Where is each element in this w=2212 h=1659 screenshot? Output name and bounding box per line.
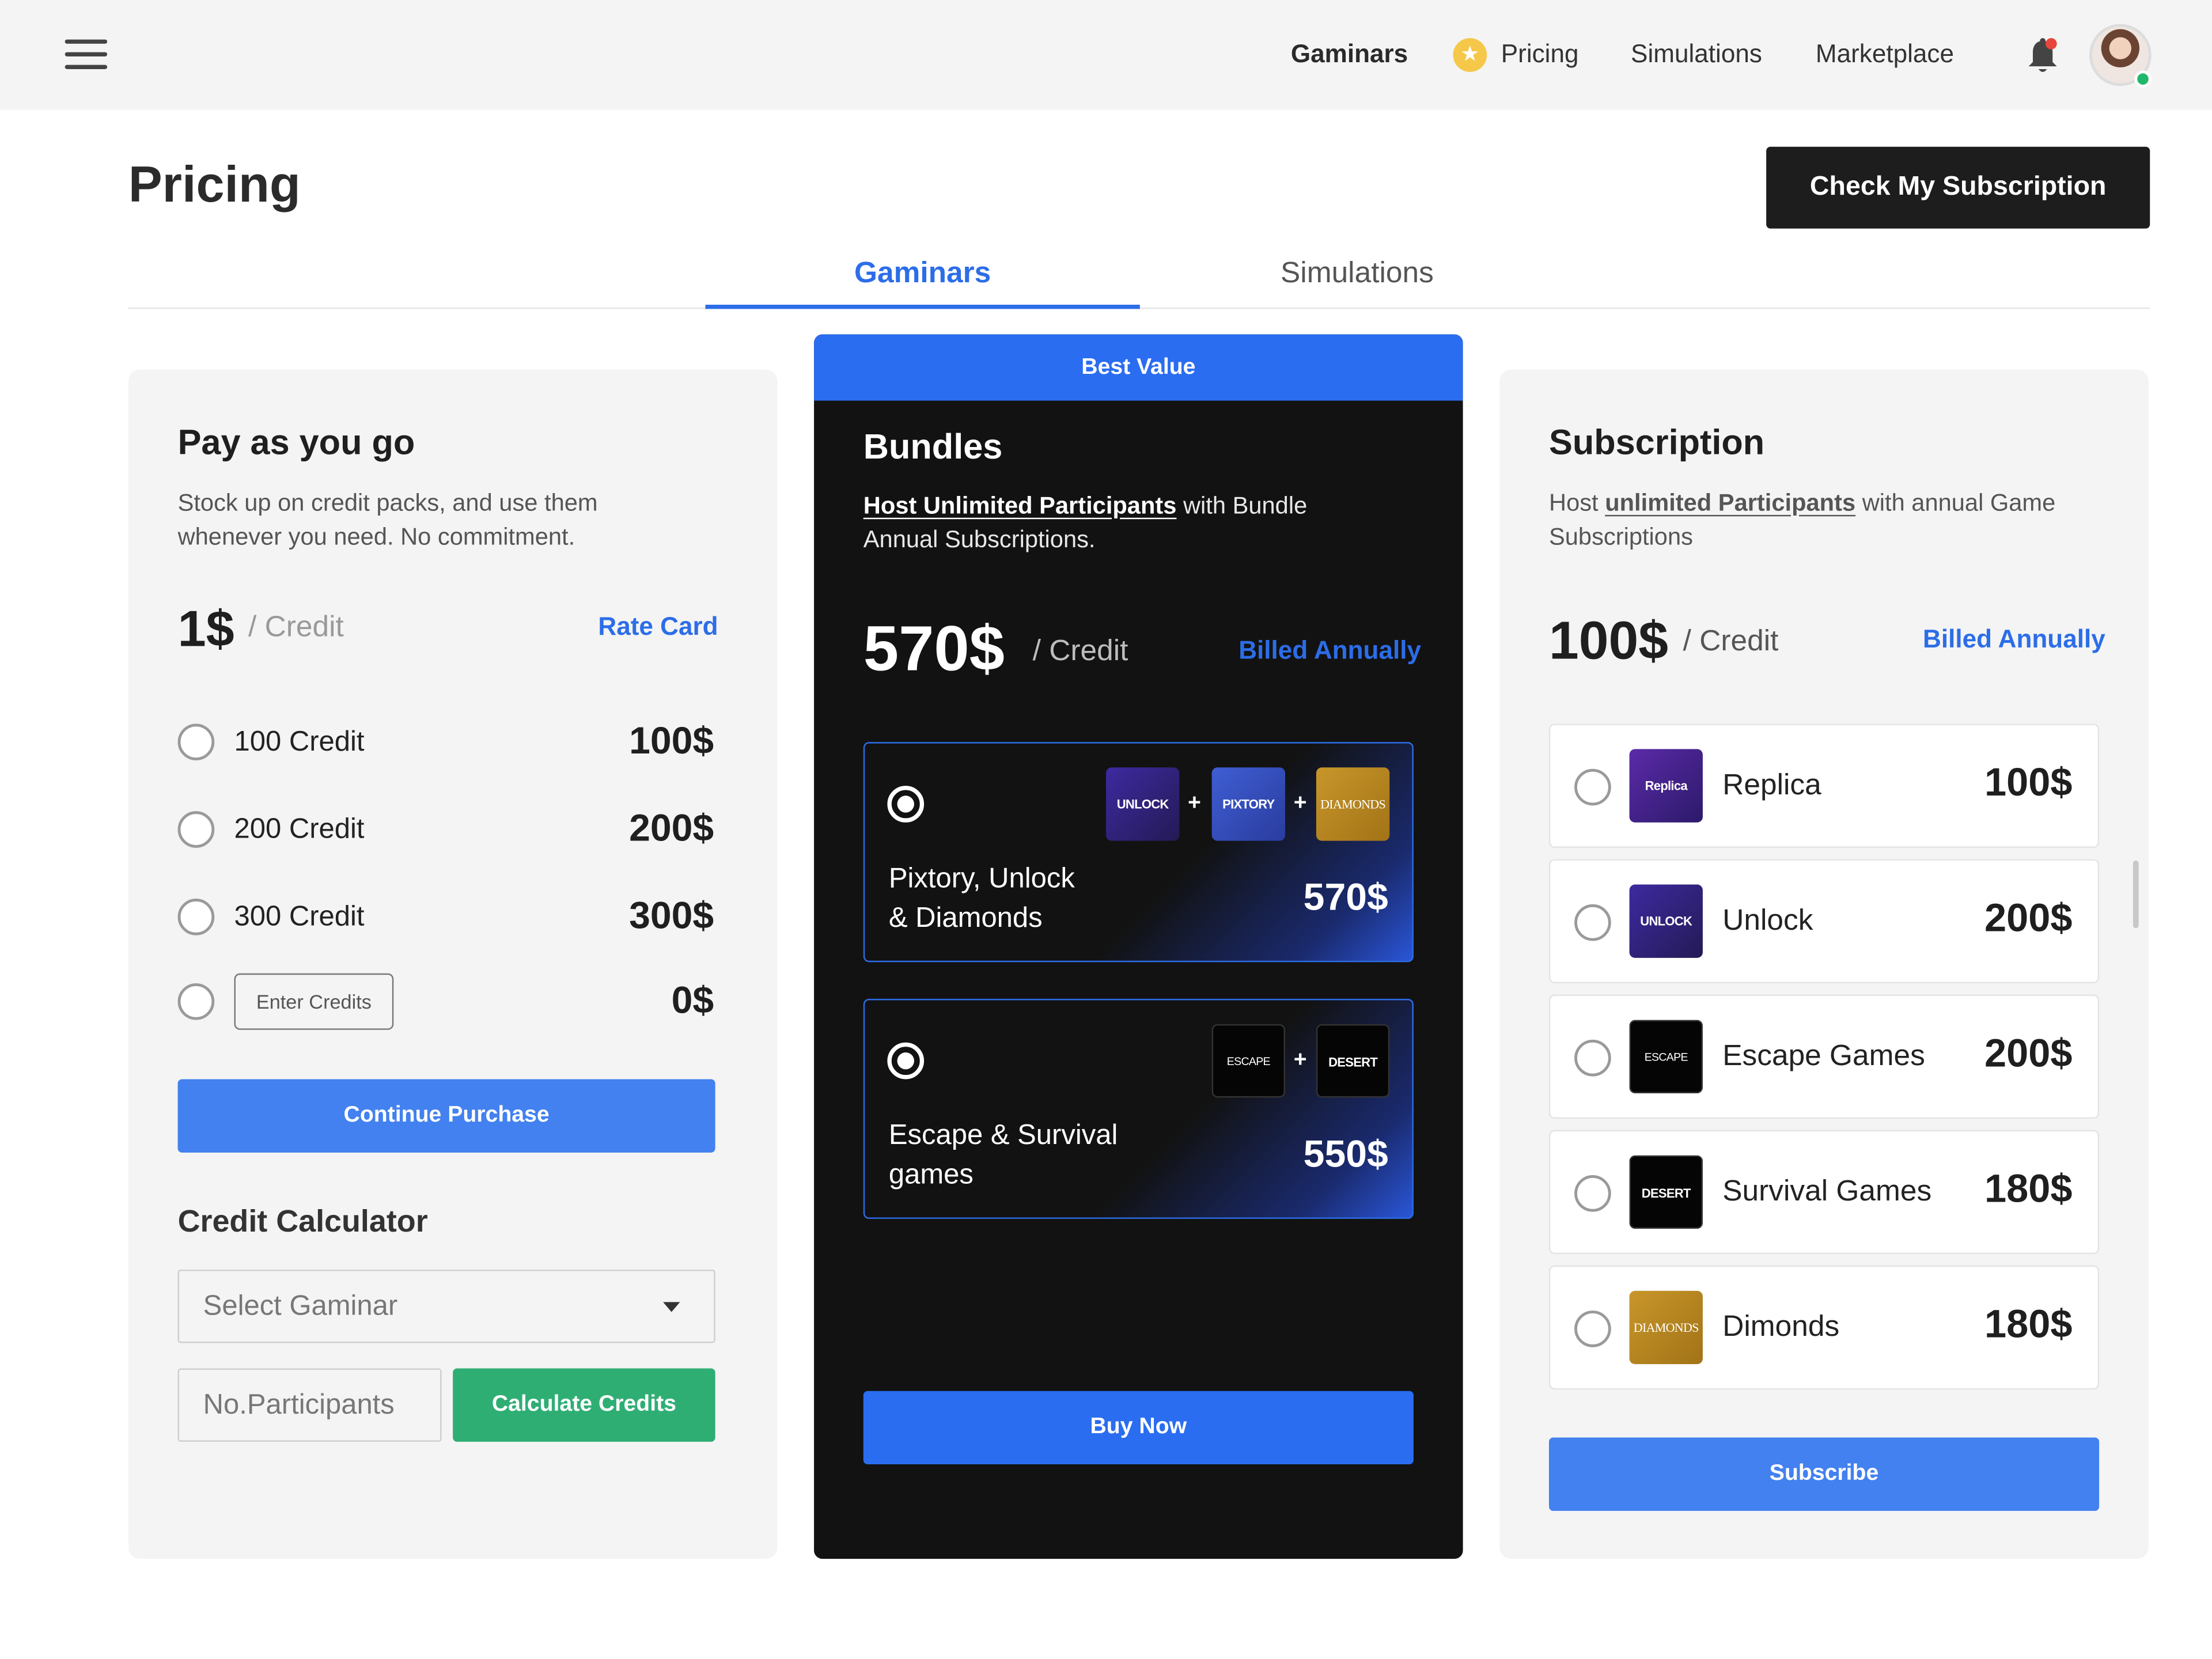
subscription-price: 100$ <box>1549 612 1669 672</box>
subscription-radio[interactable] <box>1574 1039 1611 1077</box>
credit-option-price: 300$ <box>629 894 714 937</box>
bundle-name-line2: games <box>888 1160 974 1191</box>
subscription-radio[interactable] <box>1574 1175 1611 1212</box>
unlock-logo: UNLOCK <box>1106 767 1180 841</box>
credit-option-label: 200 Credit <box>234 814 365 845</box>
subscription-item-survival-games[interactable]: DESERT Survival Games 180$ <box>1549 1130 2100 1255</box>
menu-icon[interactable] <box>65 39 108 71</box>
diamonds-logo: DIAMONDS <box>1316 767 1390 841</box>
credit-option-radio-200[interactable] <box>177 811 215 848</box>
subscription-item-price: 100$ <box>1984 760 2073 804</box>
escape-games-logo: ESCAPE GAMES <box>1211 1024 1286 1098</box>
pixtory-logo: PIXTORY <box>1211 767 1286 841</box>
credit-option-price: 100$ <box>629 719 714 762</box>
payg-title: Pay as you go <box>177 423 415 463</box>
subscription-item-name: Unlock <box>1722 904 1813 937</box>
subscription-item-name: Escape Games <box>1722 1039 1925 1073</box>
continue-purchase-button[interactable]: Continue Purchase <box>177 1079 715 1153</box>
subscription-item-name: Dimonds <box>1722 1310 1840 1343</box>
desert-survival-logo: DESERT <box>1629 1155 1703 1229</box>
credit-option-label: 100 Credit <box>234 726 365 758</box>
host-unlimited-link[interactable]: Host Unlimited Participants <box>863 493 1177 520</box>
bundles-title: Bundles <box>863 427 1003 467</box>
bundle-price: 550$ <box>1303 1132 1388 1176</box>
bundles-description: Host Unlimited Participants with Bundle … <box>863 490 1372 558</box>
tab-simulations[interactable]: Simulations <box>1140 257 1574 291</box>
select-gaminar-dropdown[interactable]: Select Gaminar <box>177 1270 715 1343</box>
credit-option-radio-300[interactable] <box>177 899 215 935</box>
participants-input[interactable] <box>177 1368 442 1442</box>
tab-gaminars[interactable]: Gaminars <box>706 257 1140 291</box>
check-subscription-button[interactable]: Check My Subscription <box>1766 146 2150 229</box>
subscription-description: Host unlimited Participants with annual … <box>1549 487 2099 555</box>
bundle-price: 570$ <box>1303 876 1388 919</box>
subscription-price-unit: / Credit <box>1683 624 1779 658</box>
subscription-item-name: Survival Games <box>1722 1175 1932 1208</box>
replica-logo: Replica <box>1629 749 1703 823</box>
bundle-option-escape-survival[interactable]: ESCAPE GAMES + DESERT Escape & Survival … <box>863 998 1414 1219</box>
credit-option-label: 300 Credit <box>234 901 365 933</box>
nav-link-marketplace[interactable]: Marketplace <box>1816 40 1954 69</box>
notification-dot <box>2046 38 2057 50</box>
select-gaminar-value: Select Gaminar <box>203 1290 398 1322</box>
plus-icon: + <box>1188 791 1201 816</box>
bundles-card: Best Value Bundles Host Unlimited Partic… <box>814 334 1463 1559</box>
payg-description: Stock up on credit packs, and use them w… <box>177 489 598 551</box>
calculate-credits-button[interactable]: Calculate Credits <box>453 1368 715 1442</box>
rate-card-link[interactable]: Rate Card <box>598 612 718 642</box>
subscription-item-price: 180$ <box>1984 1166 2073 1211</box>
credit-option-radio-100[interactable] <box>177 724 215 761</box>
active-tab-indicator <box>705 304 1140 309</box>
bundle-name-line1: Pixtory, Unlock <box>888 863 1075 895</box>
subscription-item-dimonds[interactable]: DIAMONDS Dimonds 180$ <box>1549 1265 2100 1390</box>
nav-link-pricing[interactable]: Pricing <box>1501 40 1579 69</box>
star-icon: ★ <box>1453 38 1487 72</box>
bundle-option-pixtory-unlock-diamonds[interactable]: UNLOCK + PIXTORY + DIAMONDS Pixtory, Unl… <box>863 742 1414 963</box>
nav-link-gaminars[interactable]: Gaminars <box>1291 40 1408 69</box>
credit-option-radio-custom[interactable] <box>177 983 215 1020</box>
bundle-radio-selected[interactable] <box>887 1042 925 1080</box>
credit-option-price: 200$ <box>629 806 714 850</box>
subscription-item-price: 180$ <box>1984 1302 2073 1346</box>
unlock-logo: UNLOCK <box>1629 884 1703 958</box>
online-status-dot <box>2134 70 2152 88</box>
bundles-billing-link[interactable]: Billed Annually <box>1238 636 1421 665</box>
bundles-price-unit: / Credit <box>1032 635 1128 668</box>
page-title: Pricing <box>128 155 301 213</box>
subscription-item-name: Replica <box>1722 768 1821 802</box>
credit-calculator-title: Credit Calculator <box>177 1203 428 1239</box>
bundle-radio-selected[interactable] <box>887 786 925 823</box>
bundle-name-line2: & Diamonds <box>888 903 1043 934</box>
subscription-item-unlock[interactable]: UNLOCK Unlock 200$ <box>1549 859 2100 983</box>
enter-credits-input[interactable] <box>234 973 394 1030</box>
subscription-item-escape-games[interactable]: ESCAPE GAMES Escape Games 200$ <box>1549 994 2100 1119</box>
subscription-item-price: 200$ <box>1984 1031 2073 1075</box>
escape-games-logo: ESCAPE GAMES <box>1629 1020 1703 1093</box>
subscription-desc-pre: Host <box>1549 489 1605 517</box>
custom-credit-price: 0$ <box>671 979 714 1022</box>
subscription-item-replica[interactable]: Replica Replica 100$ <box>1549 724 2100 848</box>
nav-link-simulations[interactable]: Simulations <box>1631 40 1762 69</box>
caret-down-icon <box>663 1302 680 1312</box>
buy-now-button[interactable]: Buy Now <box>863 1391 1414 1465</box>
subscription-radio[interactable] <box>1574 768 1611 806</box>
subscription-item-price: 200$ <box>1984 896 2073 940</box>
payg-price-unit: / Credit <box>248 611 344 643</box>
plus-icon: + <box>1293 791 1307 816</box>
subscription-radio[interactable] <box>1574 1310 1611 1347</box>
payg-price: 1$ <box>177 599 234 658</box>
bundles-price: 570$ <box>863 612 1005 684</box>
subscription-radio[interactable] <box>1574 904 1611 941</box>
subscribe-button[interactable]: Subscribe <box>1549 1437 2100 1511</box>
subscription-title: Subscription <box>1549 423 1765 463</box>
desert-survival-logo: DESERT <box>1316 1024 1390 1098</box>
bundle-name-line1: Escape & Survival <box>888 1120 1118 1152</box>
unlimited-participants-link[interactable]: unlimited Participants <box>1605 490 1855 517</box>
top-navbar: Gaminars ★ Pricing Simulations Marketpla… <box>0 0 2212 111</box>
subscription-billing-link[interactable]: Billed Annually <box>1923 625 2105 654</box>
best-value-banner: Best Value <box>814 334 1463 401</box>
plus-icon: + <box>1293 1048 1307 1073</box>
diamonds-logo: DIAMONDS <box>1629 1290 1703 1365</box>
list-scrollbar[interactable] <box>2133 860 2139 929</box>
